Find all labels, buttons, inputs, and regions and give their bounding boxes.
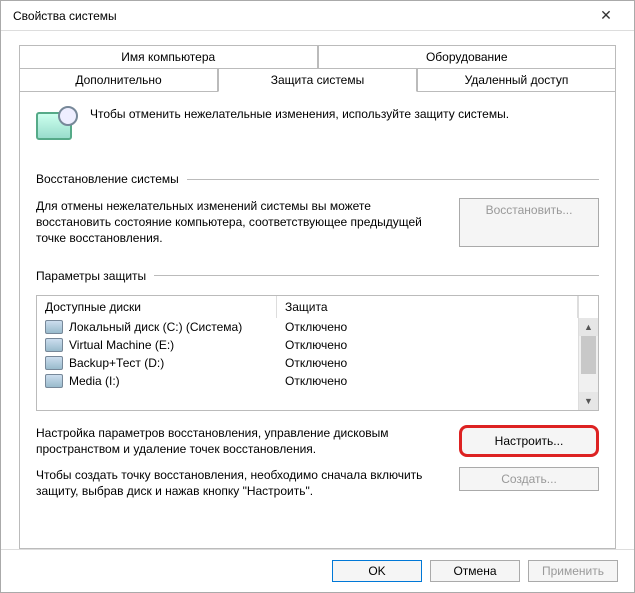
drive-name: Media (I:) xyxy=(69,374,285,388)
restore-button[interactable]: Восстановить... xyxy=(459,198,599,247)
scroll-up-icon[interactable]: ▲ xyxy=(579,318,598,336)
drive-name: Virtual Machine (E:) xyxy=(69,338,285,352)
divider xyxy=(154,275,599,276)
system-properties-window: Свойства системы ✕ Имя компьютера Оборуд… xyxy=(0,0,635,593)
column-drives[interactable]: Доступные диски xyxy=(37,296,277,318)
drive-icon xyxy=(45,320,63,334)
section-restore-header: Восстановление системы xyxy=(36,172,599,186)
tab-row-bottom: Дополнительно Защита системы Удаленный д… xyxy=(19,68,616,92)
column-protection[interactable]: Защита xyxy=(277,296,578,318)
configure-description: Настройка параметров восстановления, упр… xyxy=(36,425,445,457)
tab-advanced[interactable]: Дополнительно xyxy=(19,68,218,92)
drive-protection: Отключено xyxy=(285,338,590,352)
create-row: Чтобы создать точку восстановления, необ… xyxy=(36,467,599,499)
drive-protection: Отключено xyxy=(285,356,590,370)
restore-row: Для отмены нежелательных изменений систе… xyxy=(36,198,599,247)
scroll-thumb[interactable] xyxy=(581,336,596,374)
drives-listbox: Доступные диски Защита Локальный диск (C… xyxy=(36,295,599,411)
create-button[interactable]: Создать... xyxy=(459,467,599,491)
drives-header: Доступные диски Защита xyxy=(37,296,598,318)
drive-icon xyxy=(45,374,63,388)
tab-row-top: Имя компьютера Оборудование xyxy=(19,45,616,68)
scrollbar[interactable]: ▲ ▼ xyxy=(578,318,598,410)
header-scrollbar-spacer xyxy=(578,296,598,318)
footer-buttons: OK Отмена Применить xyxy=(1,549,634,592)
drive-icon xyxy=(45,338,63,352)
section-restore-title: Восстановление системы xyxy=(36,172,179,186)
cancel-button[interactable]: Отмена xyxy=(430,560,520,582)
tab-hardware[interactable]: Оборудование xyxy=(318,45,617,68)
drive-name: Локальный диск (C:) (Система) xyxy=(69,320,285,334)
scroll-down-icon[interactable]: ▼ xyxy=(579,392,598,410)
configure-row: Настройка параметров восстановления, упр… xyxy=(36,425,599,457)
tab-computer-name[interactable]: Имя компьютера xyxy=(19,45,318,68)
content-area: Имя компьютера Оборудование Дополнительн… xyxy=(1,31,634,549)
drive-protection: Отключено xyxy=(285,320,590,334)
close-button[interactable]: ✕ xyxy=(586,7,626,24)
system-protection-icon xyxy=(36,106,78,148)
table-row[interactable]: Virtual Machine (E:)Отключено xyxy=(37,336,598,354)
drives-body: Локальный диск (C:) (Система)ОтключеноVi… xyxy=(37,318,598,410)
table-row[interactable]: Backup+Тест (D:)Отключено xyxy=(37,354,598,372)
tab-remote-access[interactable]: Удаленный доступ xyxy=(417,68,616,92)
section-params-header: Параметры защиты xyxy=(36,269,599,283)
tab-system-protection[interactable]: Защита системы xyxy=(218,68,417,92)
intro-text: Чтобы отменить нежелательные изменения, … xyxy=(90,106,509,148)
apply-button[interactable]: Применить xyxy=(528,560,618,582)
drive-icon xyxy=(45,356,63,370)
create-description: Чтобы создать точку восстановления, необ… xyxy=(36,467,445,499)
divider xyxy=(187,179,599,180)
titlebar: Свойства системы ✕ xyxy=(1,1,634,31)
drive-name: Backup+Тест (D:) xyxy=(69,356,285,370)
configure-button[interactable]: Настроить... xyxy=(459,425,599,457)
window-title: Свойства системы xyxy=(9,9,586,23)
table-row[interactable]: Локальный диск (C:) (Система)Отключено xyxy=(37,318,598,336)
section-params-title: Параметры защиты xyxy=(36,269,146,283)
table-row[interactable]: Media (I:)Отключено xyxy=(37,372,598,390)
drive-protection: Отключено xyxy=(285,374,590,388)
tab-panel: Чтобы отменить нежелательные изменения, … xyxy=(19,92,616,549)
intro-section: Чтобы отменить нежелательные изменения, … xyxy=(36,106,599,148)
ok-button[interactable]: OK xyxy=(332,560,422,582)
restore-description: Для отмены нежелательных изменений систе… xyxy=(36,198,445,247)
